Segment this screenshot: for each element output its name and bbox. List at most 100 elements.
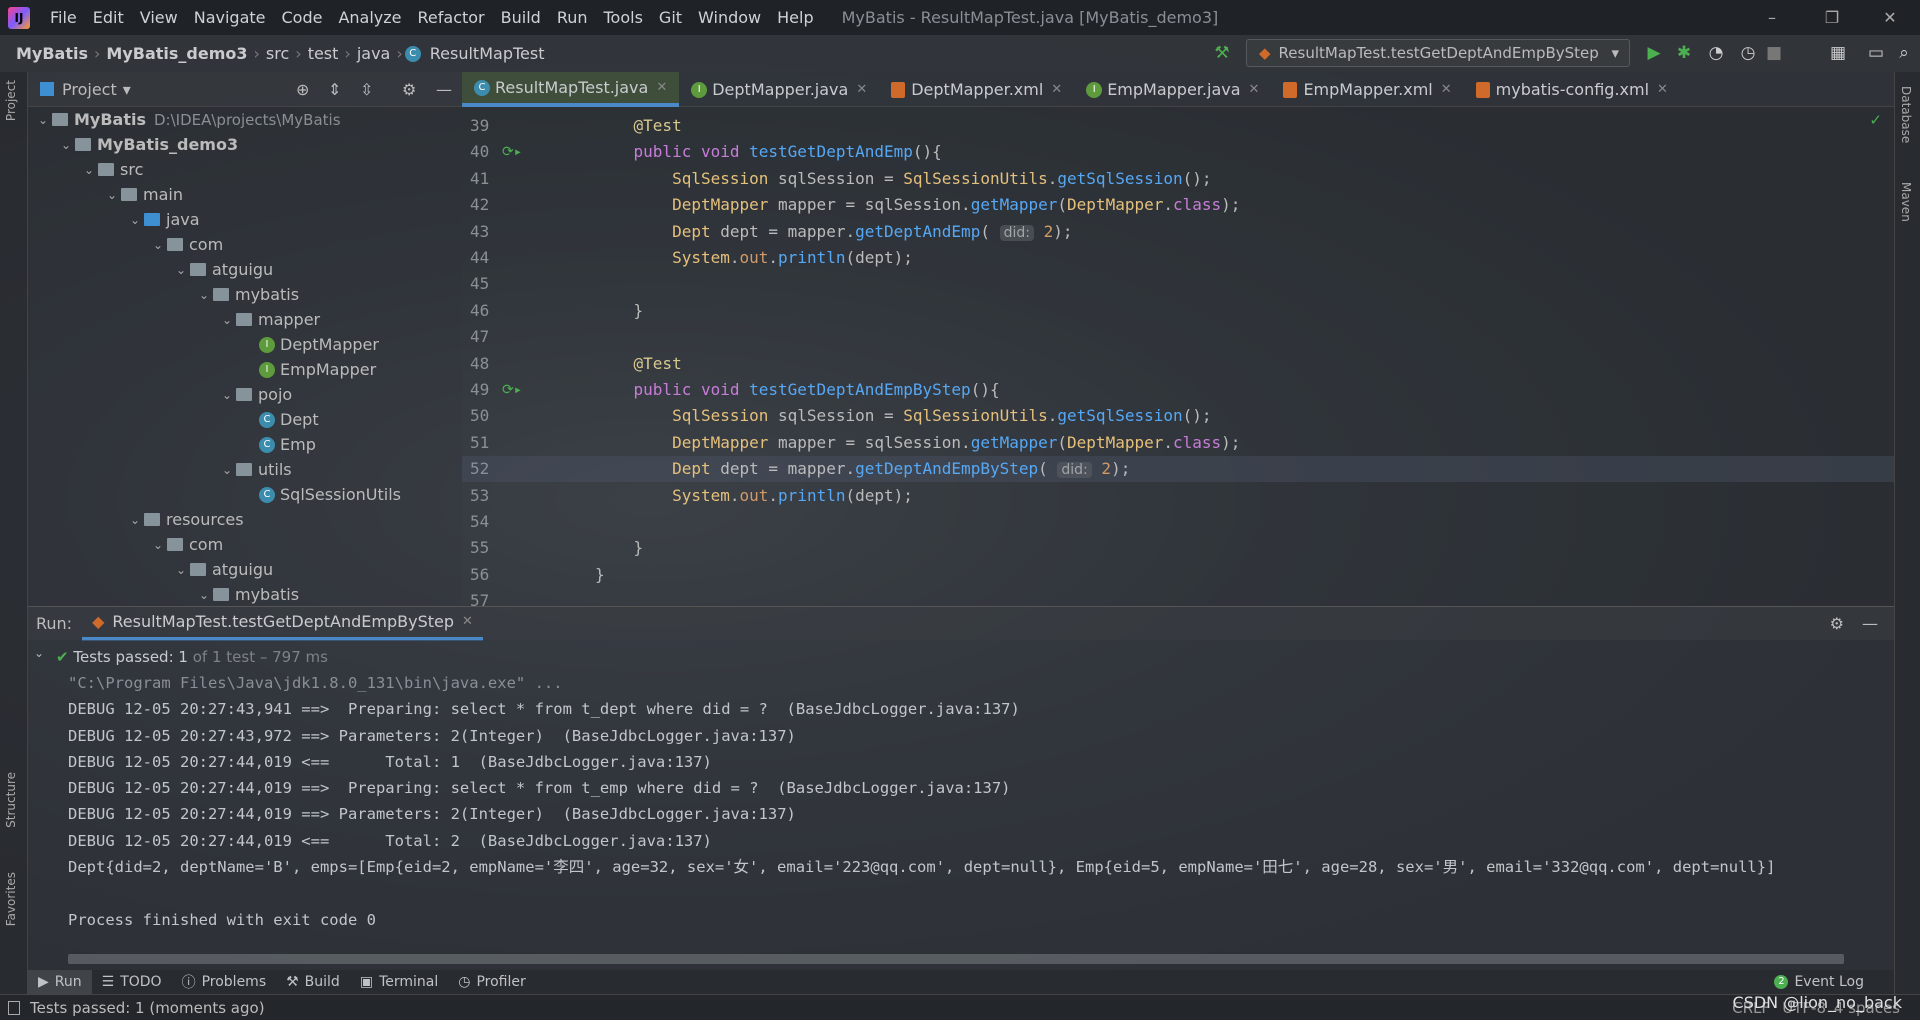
editor-tab[interactable]: I EmpMapper.java ✕ [1074, 72, 1271, 107]
collapse-all-icon[interactable]: ⇳ [360, 80, 373, 99]
console-line: DEBUG 12-05 20:27:44,019 <== Total: 1 (B… [68, 752, 712, 771]
project-tool-button[interactable]: Project [4, 80, 18, 121]
breadcrumb-item[interactable]: src [262, 44, 293, 63]
structure-tool-button[interactable]: Structure [4, 772, 18, 828]
menu-refactor[interactable]: Refactor [410, 8, 493, 27]
locate-icon[interactable]: ⊕ [296, 80, 309, 99]
tool-tab-terminal[interactable]: ▣ Terminal [350, 970, 448, 994]
tests-passed-label: Tests passed: [73, 648, 174, 666]
menu-run[interactable]: Run [549, 8, 596, 27]
tree-item[interactable]: C Emp [28, 432, 462, 457]
breadcrumb-item[interactable]: MyBatis [12, 44, 92, 63]
tree-item[interactable]: ⌄ src [28, 157, 462, 182]
tool-tab-profiler[interactable]: ◷ Profiler [448, 970, 536, 994]
profile-icon[interactable]: ◷ [1736, 41, 1760, 65]
run-test-gutter-icon[interactable]: ⟳▸ [502, 139, 522, 165]
menu-view[interactable]: View [132, 8, 186, 27]
presentation-icon[interactable]: ▭ [1864, 41, 1888, 65]
tree-item[interactable]: ⌄ atguigu [28, 257, 462, 282]
debug-icon[interactable]: ✱ [1672, 41, 1696, 65]
tree-item[interactable]: ⌄ main [28, 182, 462, 207]
line-number: 47 [470, 327, 490, 347]
editor-tab[interactable]: C ResultMapTest.java ✕ [462, 72, 680, 107]
horizontal-scrollbar[interactable] [68, 954, 1844, 964]
close-icon[interactable]: ✕ [1441, 82, 1452, 97]
tool-tab-build[interactable]: ⚒ Build [276, 970, 350, 994]
close-icon[interactable]: ✕ [1051, 82, 1062, 97]
run-icon[interactable]: ▶ [1642, 41, 1666, 65]
code-token: public void [633, 380, 750, 399]
tree-item[interactable]: C SqlSessionUtils [28, 482, 462, 507]
maven-tool-button[interactable]: Maven [1899, 182, 1913, 222]
close-icon[interactable]: ✕ [1249, 82, 1260, 97]
menu-edit[interactable]: Edit [85, 8, 132, 27]
editor-tab[interactable]: EmpMapper.xml ✕ [1271, 72, 1463, 107]
tree-item[interactable]: ⌄ mybatis [28, 582, 462, 606]
tool-tab-todo[interactable]: ☰ TODO [92, 970, 172, 994]
hide-icon[interactable]: — [436, 80, 452, 99]
watermark: CSDN @lion_no_back [1732, 993, 1902, 1012]
menu-analyze[interactable]: Analyze [330, 8, 409, 27]
console-output[interactable]: "C:\Program Files\Java\jdk1.8.0_131\bin\… [68, 670, 1878, 950]
breadcrumb-item[interactable]: MyBatis_demo3 [102, 44, 251, 63]
tree-item[interactable]: I EmpMapper [28, 357, 462, 382]
breadcrumb-item[interactable]: java [353, 44, 395, 63]
minimize-button[interactable]: – [1744, 0, 1800, 35]
hide-icon[interactable]: — [1862, 614, 1878, 633]
menu-navigate[interactable]: Navigate [186, 8, 274, 27]
database-tool-button[interactable]: Database [1899, 86, 1913, 143]
stop-icon[interactable]: ■ [1762, 41, 1786, 65]
tree-item[interactable]: ⌄ com [28, 532, 462, 557]
menu-git[interactable]: Git [651, 8, 690, 27]
project-view-selector[interactable]: Project [62, 80, 117, 99]
menu-help[interactable]: Help [769, 8, 821, 27]
tool-tab-problems[interactable]: ⓘ Problems [172, 970, 277, 994]
tree-item[interactable]: ⌄ pojo [28, 382, 462, 407]
coverage-icon[interactable]: ◔ [1704, 41, 1728, 65]
chevron-down-icon[interactable]: ⌄ [34, 646, 44, 660]
tree-item[interactable]: C Dept [28, 407, 462, 432]
tree-item[interactable]: I DeptMapper [28, 332, 462, 357]
build-hammer-icon[interactable]: ⚒ [1210, 41, 1234, 65]
close-icon[interactable]: ✕ [656, 80, 667, 95]
tree-item[interactable]: ⌄ utils [28, 457, 462, 482]
breadcrumb-item[interactable]: test [304, 44, 343, 63]
gear-icon[interactable]: ⚙ [402, 80, 416, 99]
tree-item[interactable]: ⌄ resources [28, 507, 462, 532]
search-icon[interactable]: ⌕ [1892, 41, 1916, 65]
menu-code[interactable]: Code [274, 8, 331, 27]
tree-item[interactable]: ⌄ mybatis [28, 282, 462, 307]
menu-window[interactable]: Window [690, 8, 769, 27]
editor-tab[interactable]: mybatis-config.xml ✕ [1464, 72, 1680, 107]
gear-icon[interactable]: ⚙ [1830, 614, 1844, 633]
tree-item[interactable]: ⌄ mapper [28, 307, 462, 332]
menu-tools[interactable]: Tools [596, 8, 651, 27]
tree-item[interactable]: ⌄ atguigu [28, 557, 462, 582]
favorites-tool-button[interactable]: Favorites [4, 872, 18, 926]
breadcrumb-item[interactable]: ResultMapTest [426, 44, 549, 63]
run-configuration-select[interactable]: ◆ ResultMapTest.testGetDeptAndEmpByStep … [1246, 39, 1630, 67]
tree-item[interactable]: ⌄ MyBatis D:\IDEA\projects\MyBatis [28, 107, 462, 132]
code-editor[interactable]: ✓ 39 @Test 40 ⟳▸ public void testGetDeptAn… [462, 107, 1894, 606]
close-icon[interactable]: ✕ [462, 614, 473, 629]
close-window-button[interactable]: ✕ [1862, 0, 1918, 35]
close-icon[interactable]: ✕ [1657, 82, 1668, 97]
tree-item[interactable]: ⌄ MyBatis_demo3 [28, 132, 462, 157]
code-token: println [778, 485, 846, 505]
close-icon[interactable]: ✕ [856, 82, 867, 97]
editor-tab[interactable]: DeptMapper.xml ✕ [879, 72, 1074, 107]
tree-item[interactable]: ⌄ java [28, 207, 462, 232]
event-log-button[interactable]: 2 Event Log [1764, 970, 1874, 994]
expand-all-icon[interactable]: ⇕ [328, 80, 341, 99]
tree-item[interactable]: ⌄ com [28, 232, 462, 257]
tool-tab-run[interactable]: ▶ Run [28, 970, 92, 994]
editor-tab[interactable]: I DeptMapper.java ✕ [679, 72, 879, 107]
menu-file[interactable]: File [42, 8, 85, 27]
project-structure-icon[interactable]: ▦ [1826, 41, 1850, 65]
run-tab[interactable]: ◆ ResultMapTest.testGetDeptAndEmpByStep … [82, 607, 483, 641]
run-test-gutter-icon[interactable]: ⟳▸ [502, 377, 522, 403]
code-line: 51 DeptMapper mapper = sqlSession.getMap… [462, 430, 1894, 456]
restore-button[interactable]: ❐ [1804, 0, 1860, 35]
menu-build[interactable]: Build [493, 8, 549, 27]
toggle-tool-windows-icon[interactable] [8, 1000, 20, 1015]
